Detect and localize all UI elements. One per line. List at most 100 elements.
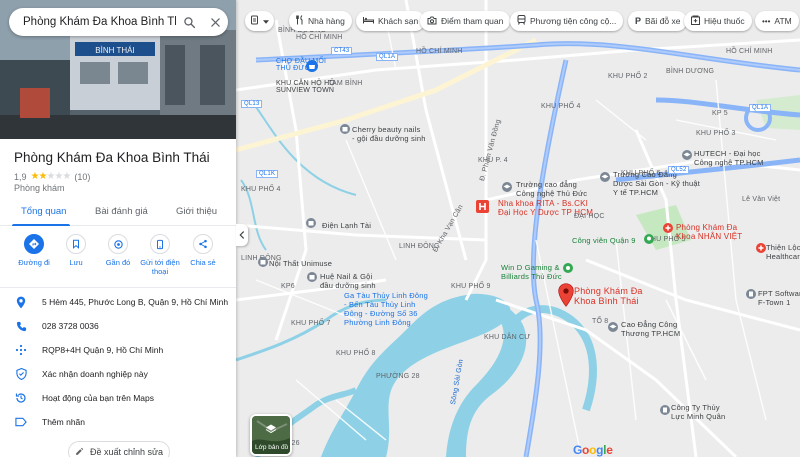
poi-thien-loc[interactable]: Thiện LộcHealthcare <box>766 243 800 261</box>
poi-fpt-software[interactable]: FPT SoftwareF-Town 1 <box>758 289 800 307</box>
chip-attractions-label: Điểm tham quan <box>441 16 504 26</box>
send-label-line-2: thoại <box>151 267 169 276</box>
search-box[interactable]: Phòng Khám Đa Khoa Bình Thái <box>9 8 228 36</box>
collapse-panel-button[interactable] <box>236 224 248 246</box>
map-label-phuong-28: PHƯỜNG 28 <box>376 373 420 380</box>
maps-activity-row[interactable]: Hoạt động của bạn trên Maps <box>14 390 229 406</box>
share-button[interactable]: Chia sẻ <box>181 234 225 267</box>
map-label-hcm-1: HỒ CHÍ MINH <box>296 34 343 41</box>
address-row[interactable]: 5 Hẻm 445, Phước Long B, Quận 9, Hồ Chí … <box>14 294 229 310</box>
poi-selected-clinic-label[interactable]: Phòng Khám Đa Khoa Bình Thái <box>574 286 643 306</box>
nearby-button[interactable]: Gần đó <box>96 234 140 267</box>
hero-sign-text: BÌNH THÁI <box>95 46 134 55</box>
section-divider <box>0 287 236 288</box>
plus-code-icon <box>14 343 28 357</box>
school-icon-3 <box>608 322 618 332</box>
poi-cao-dang-duoc[interactable]: Trường Cao Đẳng Dược Sài Gòn - Kỹ thuật Y … <box>613 170 700 197</box>
poi-cong-ty-thuy-luc[interactable]: Công Ty Thủy Lực Minh Quân <box>671 403 725 421</box>
send-to-phone-button[interactable]: Gửi tới điện thoại <box>138 234 182 276</box>
shield-check-icon <box>14 367 28 381</box>
map-label-kp6: KP6 <box>281 283 295 290</box>
map-canvas[interactable]: Nhà hàng Khách sạn Điểm tham quan Phương… <box>236 0 800 457</box>
factory-icon <box>660 405 670 415</box>
nearby-icon <box>108 234 128 254</box>
rating-row[interactable]: 1,9 ★★★★★ (10) <box>14 171 90 182</box>
search-input[interactable]: Phòng Khám Đa Khoa Bình Thái <box>23 16 176 28</box>
map-label-khu-pho-2: KHU PHỐ 2 <box>608 73 648 80</box>
beauty-icon <box>340 124 350 134</box>
poi-hue-nail[interactable]: Huệ Nail & Gội đầu dưỡng sinh <box>320 272 376 290</box>
tab-reviews[interactable]: Bài đánh giá <box>95 206 148 217</box>
directions-button[interactable]: Đường đi <box>12 234 56 267</box>
phone-row[interactable]: 028 3728 0036 <box>14 318 229 334</box>
close-icon[interactable] <box>202 9 228 35</box>
poi-dien-lanh[interactable]: Điện Lạnh Tài <box>322 221 371 230</box>
layers-icon <box>265 424 277 434</box>
chip-transit[interactable]: Phương tiện công cộ... <box>510 11 624 31</box>
place-category[interactable]: Phòng khám <box>14 183 65 193</box>
shop-icon <box>306 218 316 228</box>
suggest-edit-label: Đề xuất chỉnh sửa <box>89 447 164 457</box>
map-layers-button[interactable]: Lớp bản đồ <box>250 414 292 456</box>
map-label-khu-pho-8: KHU PHỐ 8 <box>336 350 376 357</box>
plus-code-row[interactable]: RQP8+4H Quận 9, Hồ Chí Minh <box>14 342 229 358</box>
tab-overview[interactable]: Tổng quan <box>21 206 66 217</box>
review-count[interactable]: (10) <box>74 172 90 182</box>
chip-hotels[interactable]: Khách sạn <box>356 11 426 31</box>
poi-nhan-viet[interactable]: Phòng Khám Đa Khoa NHÂN VIỆT <box>676 223 742 241</box>
chip-transit-label: Phương tiện công cộ... <box>530 16 617 26</box>
verify-business-row[interactable]: Xác nhận doanh nghiệp này <box>14 366 229 382</box>
rating-stars: ★★★★★ <box>30 171 72 182</box>
map-label-to-8: TỔ 8 <box>592 318 609 325</box>
map-label-cho-dau-moi[interactable]: CHỢ ĐẦU MỐI THỦ ĐỨC <box>276 58 326 72</box>
map-label-khu-pho-7: KHU PHỐ 7 <box>291 320 331 327</box>
chip-pharmacy-label: Hiệu thuốc <box>704 16 745 26</box>
road-shield-ql1a-2: QL1A <box>749 104 772 112</box>
chip-attractions[interactable]: Điểm tham quan <box>420 11 511 31</box>
poi-noi-that[interactable]: Nội Thất Unimuse <box>269 259 332 268</box>
tab-about[interactable]: Giới thiệu <box>176 206 217 217</box>
poi-ga-tau-thuy[interactable]: Ga Tàu Thủy Linh Đông - Bến Tàu Thủy Linh… <box>344 291 428 327</box>
poi-cao-dang-cong-thuong[interactable]: Cao Đẳng Công Thương TP.HCM <box>621 320 680 338</box>
chip-pharmacy[interactable]: Hiệu thuốc <box>684 11 752 31</box>
chip-restaurants[interactable]: Nhà hàng <box>289 11 352 31</box>
hotel-icon <box>363 16 374 26</box>
chip-parking-label: Bãi đỗ xe <box>645 16 681 26</box>
poi-hutech[interactable]: HUTECH - Đại học Công nghệ TP.HCM <box>694 149 764 167</box>
more-icon: ••• <box>762 16 771 26</box>
road-shield-ql1a: QL1A <box>376 53 399 61</box>
suggest-edit-button[interactable]: Đề xuất chỉnh sửa <box>68 441 170 457</box>
chip-atm[interactable]: ••• ATM <box>755 11 799 31</box>
selected-place-marker-icon[interactable] <box>558 283 574 307</box>
university-icon <box>682 150 692 160</box>
gaming-icon <box>563 263 573 273</box>
address-text: 5 Hẻm 445, Phước Long B, Quận 9, Hồ Chí … <box>42 297 229 307</box>
poi-cherry-beauty[interactable]: Cherry beauty nails - gội đầu dưỡng sinh <box>352 125 426 143</box>
school-icon-2 <box>600 172 610 182</box>
rating-value: 1,9 <box>14 171 27 182</box>
map-menu-button[interactable] <box>245 11 274 31</box>
clinic-icon <box>756 243 766 253</box>
share-icon <box>193 234 213 254</box>
chip-atm-label: ATM <box>774 16 792 26</box>
map-label-khu-pho-3: KHU PHỐ 3 <box>696 130 736 137</box>
hospital-icon <box>476 200 489 213</box>
road-shield-ql52: QL52 <box>668 166 690 174</box>
chip-parking[interactable]: P Bãi đỗ xe <box>628 11 688 31</box>
place-title: Phòng Khám Đa Khoa Bình Thái <box>14 150 210 165</box>
plus-code-text: RQP8+4H Quận 9, Hồ Chí Minh <box>42 345 164 355</box>
map-label-kp5: KP 5 <box>712 110 728 117</box>
nearby-label: Gần đó <box>105 258 131 267</box>
restaurant-icon <box>296 15 304 27</box>
add-label-row[interactable]: Thêm nhãn <box>14 414 229 430</box>
map-label-dai-hoc: ĐẠI HỌC <box>574 213 605 220</box>
list-icon <box>250 15 259 27</box>
phone-icon <box>14 319 28 333</box>
poi-cong-vien-quan-9[interactable]: Công viên Quận 9 <box>572 236 636 245</box>
search-icon[interactable] <box>176 9 202 35</box>
save-button[interactable]: Lưu <box>54 234 98 267</box>
poi-cao-dang-cong-nghe[interactable]: Trường cao đẳng Công nghệ Thủ Đức <box>516 180 587 198</box>
verify-business-text: Xác nhận doanh nghiệp này <box>42 369 148 379</box>
poi-win-d-gaming[interactable]: Win D Gaming & Billiards Thủ Đức <box>501 263 562 281</box>
directions-label: Đường đi <box>18 258 50 267</box>
